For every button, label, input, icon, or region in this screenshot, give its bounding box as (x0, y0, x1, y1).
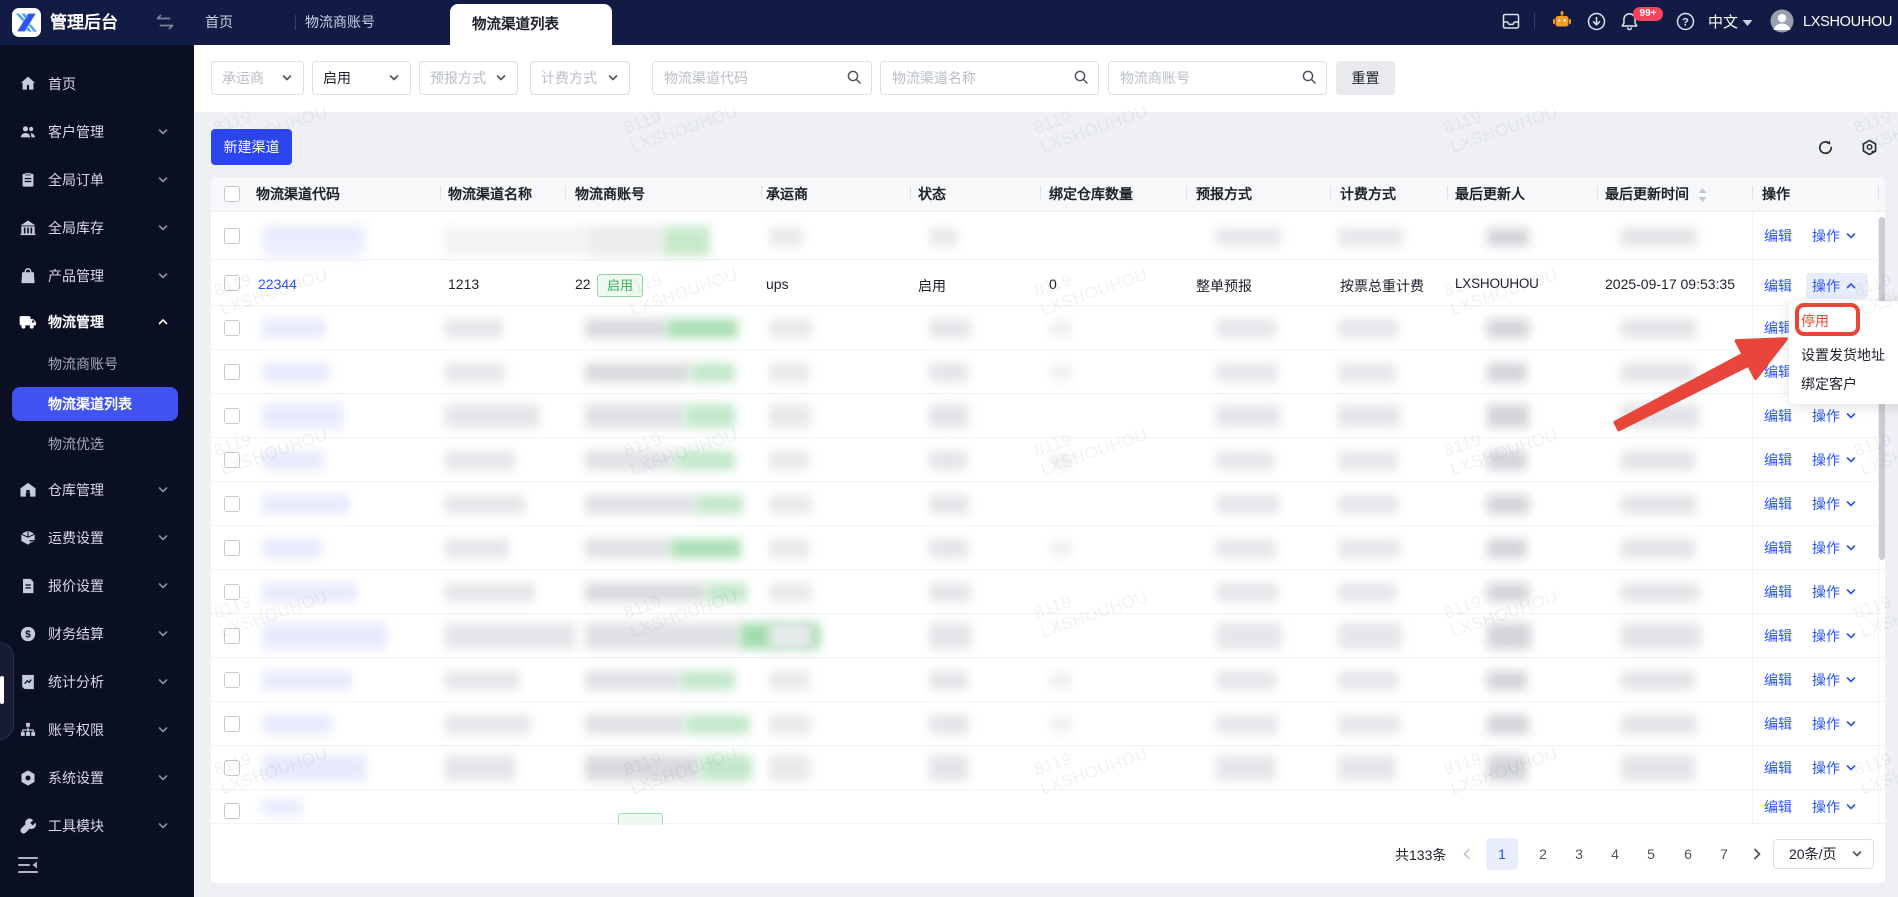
svg-text:$: $ (25, 630, 31, 641)
svg-text:?: ? (1682, 16, 1689, 28)
